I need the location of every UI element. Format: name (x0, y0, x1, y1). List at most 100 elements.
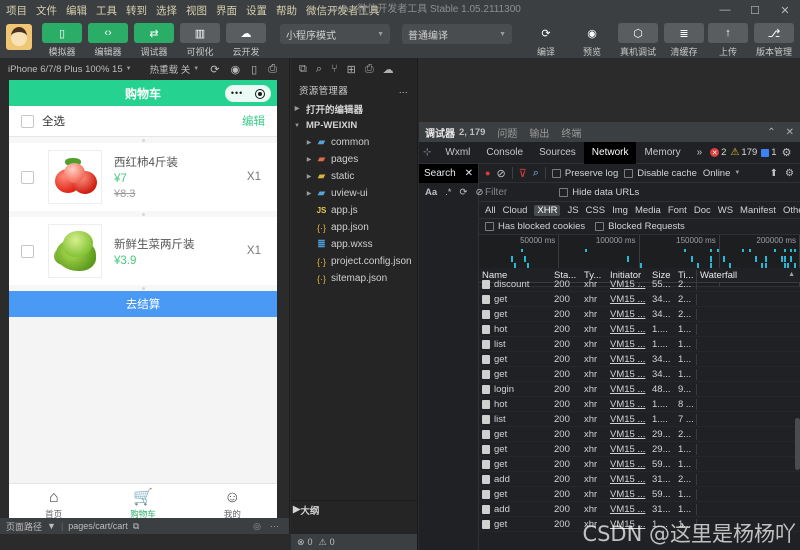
warning-icon[interactable]: ⚠ (319, 537, 327, 548)
search-icon[interactable]: ⌕ (316, 63, 322, 76)
debug-icon[interactable]: ⎙ (365, 63, 374, 76)
copy-icon[interactable]: ⧉ (133, 521, 139, 532)
mode-select[interactable]: 小程序模式 ▼ (280, 24, 390, 44)
error-icon[interactable]: ⊗ (297, 537, 305, 548)
tab-debugger[interactable]: 调试器 2, 179 (425, 125, 485, 140)
table-row[interactable]: hot 200 xhr VM15 ... 1.... 8 ... (479, 397, 800, 412)
record-icon[interactable]: ● (485, 168, 490, 178)
panel-tabs-overflow[interactable]: » (689, 142, 711, 164)
menu-item-tools[interactable]: 工具 (96, 3, 117, 18)
project-root-section[interactable]: ▼ MP-WEIXIN (291, 117, 417, 134)
simulator-button[interactable]: ▯ 模拟器 (40, 23, 84, 58)
capsule-button[interactable]: ••• (225, 85, 271, 102)
list-item[interactable]: 西红柿4斤装 ¥7 ¥8.3 X1 (9, 143, 277, 211)
collapse-icon[interactable]: ⌃ (767, 127, 775, 138)
tree-item-common[interactable]: ▶ ▰ common (291, 134, 417, 151)
menu-item-settings[interactable]: 设置 (246, 3, 267, 18)
page-path-value[interactable]: pages/cart/cart (68, 521, 128, 531)
table-row[interactable]: list 200 xhr VM15 ... 1.... 1... (479, 337, 800, 352)
tree-item-app-js[interactable]: ▶ JS app.js (291, 202, 417, 219)
tab-terminal[interactable]: 终端 (561, 125, 581, 140)
avatar[interactable] (6, 24, 32, 50)
cell-initiator[interactable]: VM15 ... (607, 414, 649, 425)
cell-initiator[interactable]: VM15 ... (607, 504, 649, 515)
table-row[interactable]: get 200 xhr VM15 ... 34... 2... (479, 307, 800, 322)
cell-initiator[interactable]: VM15 ... (607, 279, 649, 290)
type-filter-other[interactable]: Other (783, 205, 800, 216)
menu-item-view[interactable]: 视图 (186, 3, 207, 18)
tree-item-project-config[interactable]: ▶ {·} project.config.json (291, 253, 417, 270)
hotreload-select[interactable]: 热重载 关 ▼ (150, 62, 200, 76)
screen-icon[interactable]: ▯ (251, 63, 257, 76)
tree-item-pages[interactable]: ▶ ▰ pages (291, 151, 417, 168)
table-row[interactable]: get 200 xhr VM15 ... 34... 1... (479, 352, 800, 367)
cell-initiator[interactable]: VM15 ... (607, 459, 649, 470)
clear-icon[interactable]: ⊘ (496, 167, 505, 180)
filter-icon[interactable]: ⊽ (519, 167, 527, 180)
filter-input[interactable]: Filter (485, 187, 507, 198)
regex-icon[interactable]: .* (445, 187, 451, 198)
tab-output[interactable]: 输出 (529, 125, 549, 140)
preview-button[interactable]: ◉ 预览 (570, 23, 614, 58)
gear-icon[interactable]: ⚙ (782, 146, 792, 159)
cell-initiator[interactable]: VM15 ... (607, 489, 649, 500)
type-filter-js[interactable]: JS (567, 205, 578, 216)
table-row[interactable]: get 200 xhr VM15 ... 34... 1... (479, 367, 800, 382)
vertical-scrollbar[interactable] (795, 418, 800, 470)
throttling-select[interactable]: Online ▼ (703, 168, 740, 179)
version-control-button[interactable]: ⎇ 版本管理 (752, 23, 796, 58)
type-filter-img[interactable]: Img (612, 205, 628, 216)
editor-button[interactable]: ‹› 编辑器 (86, 23, 130, 58)
list-item[interactable]: 新鲜生菜两斤装 ¥3.9 X1 (9, 217, 277, 285)
cell-initiator[interactable]: VM15 ... (607, 519, 649, 530)
debugger-button[interactable]: ⇄ 调试器 (132, 23, 176, 58)
preserve-log-checkbox[interactable]: Preserve log (551, 168, 618, 179)
menu-item-select[interactable]: 选择 (156, 3, 177, 18)
type-filter-cloud[interactable]: Cloud (503, 205, 528, 216)
panel-tab-wxml[interactable]: Wxml (437, 142, 478, 164)
type-filter-all[interactable]: All (485, 205, 496, 216)
item-checkbox[interactable] (21, 170, 34, 184)
maximize-icon[interactable]: ☐ (740, 0, 770, 20)
extensions-icon[interactable]: ⊞ (347, 63, 356, 76)
has-blocked-cookies-checkbox[interactable]: Has blocked cookies (485, 221, 585, 232)
column-header-waterfall[interactable]: Waterfall ▲ (697, 270, 800, 281)
cell-initiator[interactable]: VM15 ... (607, 429, 649, 440)
table-row[interactable]: get 200 xhr VM15 ... 59... 1... (479, 487, 800, 502)
hide-data-urls-checkbox[interactable]: Hide data URLs (559, 187, 639, 198)
compile-select[interactable]: 普通编译 ▼ (402, 24, 512, 44)
cell-initiator[interactable]: VM15 ... (607, 324, 649, 335)
cell-initiator[interactable]: VM15 ... (607, 309, 649, 320)
menu-item-edit[interactable]: 编辑 (66, 3, 87, 18)
info-badge[interactable]: 1 (761, 147, 777, 158)
minimize-icon[interactable]: — (710, 0, 740, 20)
search-icon[interactable]: ⌕ (533, 167, 539, 180)
table-row[interactable]: get 200 xhr VM15 ... 29... 1... (479, 442, 800, 457)
visualization-button[interactable]: ▥ 可视化 (178, 23, 222, 58)
import-har-icon[interactable]: ⬆ (770, 168, 778, 179)
tree-item-app-wxss[interactable]: ▶ ≣ app.wxss (291, 236, 417, 253)
chevron-down-icon[interactable]: ▼ (47, 521, 56, 531)
type-filter-doc[interactable]: Doc (694, 205, 711, 216)
clear-cache-button[interactable]: ≣ 清缓存 (662, 23, 706, 58)
tab-problems[interactable]: 问题 (497, 125, 517, 140)
tree-item-sitemap[interactable]: ▶ {·} sitemap.json (291, 270, 417, 287)
cell-initiator[interactable]: VM15 ... (607, 369, 649, 380)
upload-button[interactable]: ↑ 上传 (706, 23, 750, 58)
type-filter-xhr[interactable]: XHR (534, 204, 561, 216)
edit-link[interactable]: 编辑 (242, 113, 265, 129)
record-icon[interactable]: ◉ (231, 63, 241, 76)
type-filter-ws[interactable]: WS (718, 205, 733, 216)
error-badge[interactable]: ✕ 2 (710, 147, 726, 158)
cell-initiator[interactable]: VM15 ... (607, 339, 649, 350)
panel-tab-sources[interactable]: Sources (531, 142, 584, 164)
close-icon[interactable]: ✕ (786, 127, 794, 138)
files-icon[interactable]: ⧉ (299, 63, 307, 76)
type-filter-css[interactable]: CSS (586, 205, 606, 216)
match-case-icon[interactable]: Aa (425, 187, 437, 198)
more-icon[interactable]: … (399, 85, 410, 96)
cell-initiator[interactable]: VM15 ... (607, 444, 649, 455)
table-row[interactable]: login 200 xhr VM15 ... 48... 9... (479, 382, 800, 397)
type-filter-font[interactable]: Font (668, 205, 687, 216)
tree-item-uview-ui[interactable]: ▶ ▰ uview-ui (291, 185, 417, 202)
